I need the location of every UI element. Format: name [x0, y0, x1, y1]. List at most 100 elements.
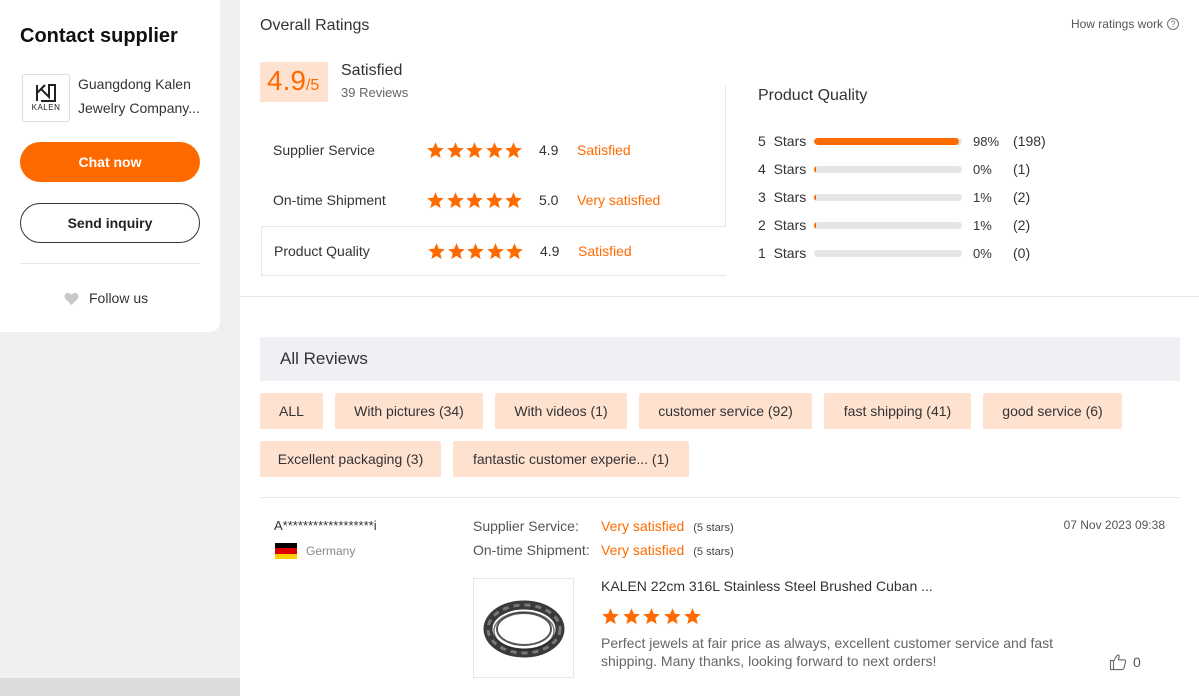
filter-chip-with-pictures[interactable]: With pictures (34) [335, 393, 483, 429]
rating-word: Very satisfied [577, 192, 661, 208]
distribution-count: (2) [1013, 217, 1031, 233]
like-button[interactable]: 0 [1109, 653, 1141, 671]
star-rating [427, 242, 540, 261]
contact-supplier-card: Contact supplier KALEN Guangdong Kalen J… [0, 0, 220, 332]
bracelet-image[interactable] [481, 593, 567, 663]
overall-satisfaction: Satisfied [341, 62, 403, 79]
star-icon [446, 191, 464, 208]
distribution-bar-fill [814, 165, 816, 173]
star-icon [505, 191, 522, 208]
star-icon [466, 141, 483, 158]
review-rating-label: On-time Shipment: [473, 542, 590, 558]
review-text: Perfect jewels at fair price as always, … [601, 635, 1054, 669]
filter-chip-with-videos[interactable]: With videos (1) [495, 393, 627, 429]
filter-chip-fantastic-customer-experience[interactable]: fantastic customer experie... (1) [453, 441, 689, 477]
section-divider [240, 296, 1199, 297]
distribution-bar-fill [814, 137, 960, 145]
contact-supplier-title: Contact supplier [20, 25, 178, 47]
distribution-row-3: 3 Stars 1% (2) [758, 187, 1030, 207]
review-rating-stars: (5 stars) [693, 546, 734, 558]
distribution-row-5: 5 Stars 98% (198) [758, 131, 1046, 151]
logo-text: KALEN [31, 103, 61, 112]
rating-word: Satisfied [577, 142, 631, 158]
star-icon [684, 608, 701, 625]
distribution-label: 5 Stars [758, 133, 807, 149]
follow-us-button[interactable]: Follow us [64, 290, 148, 306]
filter-chip-all[interactable]: ALL [260, 393, 323, 429]
company-logo[interactable]: KALEN [22, 74, 70, 122]
star-rating [426, 191, 539, 210]
all-reviews-title: All Reviews [280, 349, 368, 368]
divider [20, 263, 200, 264]
review-rating-value: Very satisfied [601, 518, 685, 534]
distribution-bar [814, 249, 962, 257]
distribution-bar [814, 165, 962, 173]
rating-row-on-time-shipment[interactable]: On-time Shipment 5.0 Very satisfied [261, 175, 726, 225]
star-icon [506, 242, 523, 259]
distribution-label: 3 Stars [758, 189, 807, 205]
company-name-line1[interactable]: Guangdong Kalen [78, 72, 202, 96]
distribution-label: 2 Stars [758, 217, 807, 233]
rating-row-product-quality[interactable]: Product Quality 4.9 Satisfied [261, 226, 726, 276]
company-info[interactable]: KALEN Guangdong Kalen Jewelry Company... [22, 74, 202, 122]
distribution-percent: 0% [973, 161, 992, 177]
how-ratings-work-label[interactable]: How ratings work [1071, 17, 1163, 31]
kalen-logo-mark-icon [36, 84, 56, 102]
review-rating-stars: (5 stars) [693, 522, 734, 534]
review-supplier-service: Supplier Service: Very satisfied (5 star… [473, 518, 734, 534]
all-reviews-header: All Reviews [260, 337, 1180, 381]
distribution-label: 4 Stars [758, 161, 807, 177]
distribution-percent: 0% [973, 245, 992, 261]
section-divider [260, 497, 1180, 498]
product-title[interactable]: KALEN 22cm 316L Stainless Steel Brushed … [601, 578, 933, 594]
star-icon [466, 191, 483, 208]
distribution-percent: 1% [973, 217, 992, 233]
how-ratings-work-link[interactable]: How ratings work ? [1071, 17, 1179, 31]
star-icon [643, 608, 660, 625]
star-icon [446, 141, 464, 158]
reviews-panel: Overall Ratings How ratings work ? 4.9 /… [240, 0, 1199, 696]
overall-ratings-title: Overall Ratings [260, 17, 370, 34]
distribution-bar-fill [814, 193, 816, 201]
thumbs-up-icon[interactable] [1109, 653, 1127, 671]
star-icon [602, 608, 619, 625]
distribution-bar [814, 193, 962, 201]
rating-value: 4.9 [539, 142, 559, 158]
overall-score: 4.9 [267, 65, 306, 96]
star-icon [427, 191, 444, 208]
distribution-percent: 98% [973, 133, 1000, 149]
star-icon [467, 242, 484, 259]
distribution-count: (1) [1013, 161, 1031, 177]
follow-us-label: Follow us [89, 290, 149, 306]
distribution-percent: 1% [973, 189, 992, 205]
filter-chip-good-service[interactable]: good service (6) [983, 393, 1122, 429]
distribution-bar-fill [814, 221, 816, 229]
like-count: 0 [1133, 654, 1141, 670]
send-inquiry-button[interactable]: Send inquiry [20, 203, 200, 243]
company-name-line2[interactable]: Jewelry Company... [78, 96, 202, 120]
star-icon [428, 242, 445, 259]
question-icon[interactable]: ? [1167, 18, 1179, 30]
rating-row-supplier-service[interactable]: Supplier Service 4.9 Satisfied [261, 125, 726, 175]
rating-value: 4.9 [540, 243, 560, 259]
rating-value: 5.0 [539, 192, 559, 208]
filter-chip-fast-shipping[interactable]: fast shipping (41) [824, 393, 971, 429]
star-icon [486, 242, 504, 259]
reviewer-country: Germany [275, 543, 355, 559]
star-icon [485, 191, 503, 208]
star-icon [427, 141, 444, 158]
review-rating-value: Very satisfied [601, 542, 685, 558]
distribution-row-4: 4 Stars 0% (1) [758, 159, 1030, 179]
filter-chip-excellent-packaging[interactable]: Excellent packaging (3) [260, 441, 441, 477]
distribution-bar [814, 221, 962, 229]
filter-chip-customer-service[interactable]: customer service (92) [639, 393, 812, 429]
rating-row-label: Supplier Service [273, 142, 375, 158]
product-thumbnail[interactable] [473, 578, 574, 678]
review-on-time-shipment: On-time Shipment: Very satisfied (5 star… [473, 542, 734, 558]
chat-now-button[interactable]: Chat now [20, 142, 200, 182]
distribution-count: (198) [1013, 133, 1046, 149]
company-name[interactable]: Guangdong Kalen Jewelry Company... [78, 72, 202, 122]
rating-row-label: On-time Shipment [273, 192, 386, 208]
vertical-divider [725, 86, 726, 226]
rating-word: Satisfied [578, 243, 632, 259]
